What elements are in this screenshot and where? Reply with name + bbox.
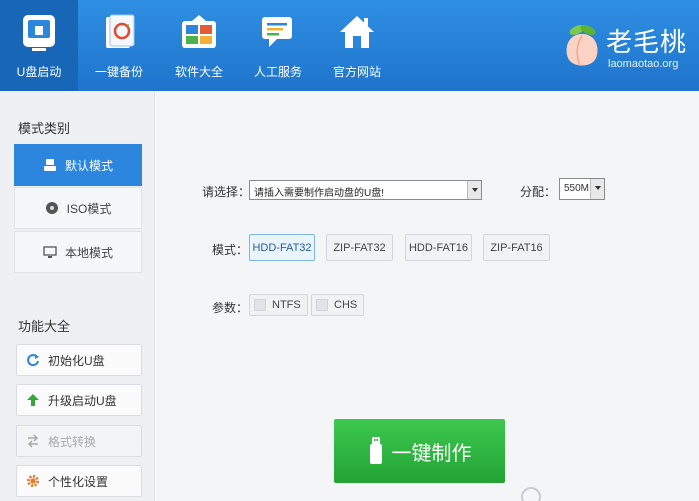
chevron-down-icon <box>467 181 481 199</box>
function-label: 初始化U盘 <box>48 353 105 368</box>
chevron-down-icon <box>590 179 604 199</box>
mode-option-label: ZIP-FAT32 <box>333 241 386 254</box>
checkbox-box <box>254 299 266 311</box>
mode-option-zip-fat16[interactable]: ZIP-FAT16 <box>483 234 550 261</box>
nav-label: 人工服务 <box>253 65 302 79</box>
select-label: 请选择： <box>202 185 251 199</box>
sidebar: 模式类别 默认模式 ISO模式 本地模式 功能大全 初始化U盘 升级启动U盘 格… <box>0 91 155 501</box>
mode-label: ISO模式 <box>66 201 112 216</box>
usb-select-value: 请插入需要制作启动盘的U盘! <box>254 188 384 199</box>
alloc-select-value: 550M <box>564 183 590 194</box>
monitor-icon <box>43 246 57 258</box>
mode-option-hdd-fat32[interactable]: HDD-FAT32 <box>249 234 315 261</box>
nav-label: 软件大全 <box>174 65 223 79</box>
personalize-button[interactable]: 个性化设置 <box>16 465 142 497</box>
upgrade-usb-button[interactable]: 升级启动U盘 <box>16 384 142 416</box>
refresh-icon <box>27 354 39 367</box>
brand-name: 老毛桃 <box>606 28 688 58</box>
chs-checkbox[interactable]: CHS <box>311 294 365 316</box>
convert-icon <box>27 434 39 448</box>
software-icon <box>182 15 216 48</box>
mode-default[interactable]: 默认模式 <box>14 144 142 186</box>
one-click-make-button[interactable]: 一键制作 <box>334 419 505 483</box>
mode-label: 模式： <box>212 243 249 257</box>
chat-icon <box>262 17 292 47</box>
make-button-label: 一键制作 <box>391 440 472 465</box>
mode-label: 本地模式 <box>64 245 113 260</box>
mode-iso[interactable]: ISO模式 <box>14 187 142 229</box>
nav-website[interactable]: 官方网站 <box>318 0 396 91</box>
peach-logo <box>566 25 598 67</box>
checkbox-label: CHS <box>334 299 358 311</box>
nav-service[interactable]: 人工服务 <box>239 0 317 91</box>
nav-software[interactable]: 软件大全 <box>160 0 238 91</box>
top-navigation-bar: U盘启动 一键备份 软件大全 人工服务 官方网站 老毛桃 laomaotao.o… <box>0 0 699 91</box>
nav-label: 一键备份 <box>94 65 143 79</box>
up-arrow-icon <box>27 394 39 406</box>
gear-icon <box>27 475 39 487</box>
brand-logo: 老毛桃 laomaotao.org <box>562 18 692 78</box>
mode-option-zip-fat32[interactable]: ZIP-FAT32 <box>326 234 393 261</box>
mode-option-label: HDD-FAT16 <box>408 241 469 254</box>
checkbox-label: NTFS <box>272 299 301 311</box>
alloc-select[interactable]: 550M <box>559 178 605 200</box>
brand-site: laomaotao.org <box>608 58 679 70</box>
mode-local[interactable]: 本地模式 <box>14 231 142 273</box>
disc-icon <box>45 202 58 214</box>
format-convert-button[interactable]: 格式转换 <box>16 425 142 457</box>
function-label: 个性化设置 <box>48 474 109 489</box>
mode-option-label: HDD-FAT32 <box>252 241 312 254</box>
alloc-label: 分配： <box>520 185 557 199</box>
function-label: 格式转换 <box>48 434 97 449</box>
home-icon <box>340 16 374 48</box>
nav-label: 官方网站 <box>332 65 381 79</box>
mode-option-hdd-fat16[interactable]: HDD-FAT16 <box>405 234 472 261</box>
nav-backup[interactable]: 一键备份 <box>80 0 158 91</box>
nav-label: U盘启动 <box>16 65 62 79</box>
function-label: 升级启动U盘 <box>48 393 117 408</box>
mode-section-title: 模式类别 <box>18 121 71 136</box>
main-panel: 请选择： 请插入需要制作启动盘的U盘! 分配： 550M 模式： HDD-FAT… <box>156 91 699 501</box>
backup-icon <box>106 14 135 48</box>
usb-select[interactable]: 请插入需要制作启动盘的U盘! <box>249 180 482 200</box>
nav-usb-boot[interactable]: U盘启动 <box>0 0 78 91</box>
watermark-circle <box>521 487 541 501</box>
ntfs-checkbox[interactable]: NTFS <box>249 294 308 316</box>
usb-stick-icon <box>369 437 382 464</box>
init-usb-button[interactable]: 初始化U盘 <box>16 344 142 376</box>
function-section-title: 功能大全 <box>18 319 71 334</box>
user-icon <box>43 159 56 171</box>
usb-drive-icon <box>23 15 55 51</box>
mode-label: 默认模式 <box>64 158 113 173</box>
param-label: 参数： <box>212 301 249 315</box>
checkbox-box <box>316 299 328 311</box>
mode-option-label: ZIP-FAT16 <box>490 241 543 254</box>
